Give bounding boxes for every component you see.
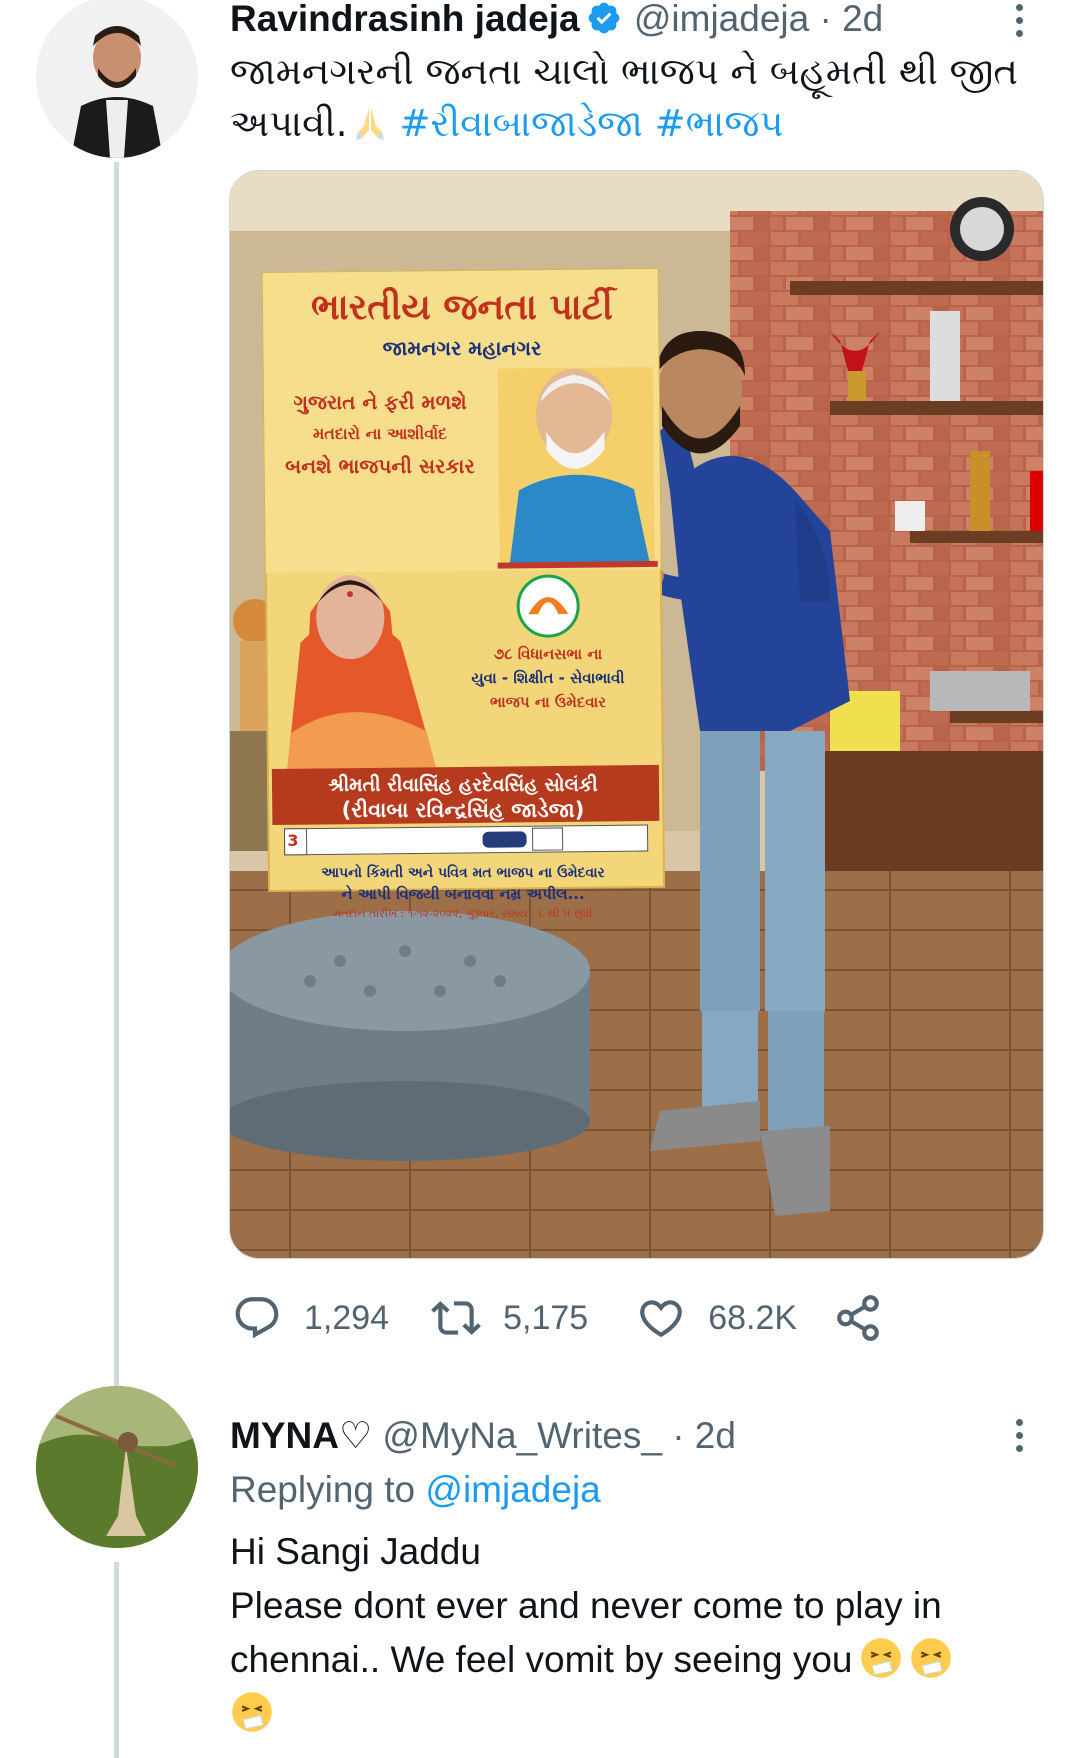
reply-action[interactable]: 1,294 xyxy=(232,1293,389,1343)
tweet-text: જામનગરની જનતા ચાલો ભાજપ ને બહૂમતી થી જીત… xyxy=(230,46,1030,150)
reply-header-separator: · xyxy=(672,1415,685,1456)
poster-candidate-name: શ્રીમતી રીવાસિંહ હરદેવસિંહ સોલંકી xyxy=(328,772,598,796)
tweet-main[interactable]: Ravindrasinh jadeja @imjadeja · 2d જામનગ… xyxy=(0,0,1080,1402)
poster-slogan-1: ગુજરાત ને ફરી મળશે xyxy=(293,390,466,415)
retweet-count: 5,175 xyxy=(503,1298,589,1337)
tweet-media-photo[interactable]: ભારતીય જનતા પાર્ટી જામનગર મહાનગર ગુજરાત … xyxy=(229,170,1044,1259)
sneezing-face-emoji xyxy=(232,1692,272,1732)
author-name[interactable]: Ravindrasinh jadeja xyxy=(230,0,580,39)
reply-count: 1,294 xyxy=(304,1298,390,1337)
poster-appeal-line-1: આપનો કિંમતી અને પવિત્ર મત ભાજપ ના ઉમેદવા… xyxy=(321,863,605,881)
tweet-action-bar: 1,294 5,175 68.2K xyxy=(232,1290,883,1346)
tweet-text-line-2-text: અપાવી. xyxy=(230,102,348,145)
reply-text-line-1: Hi Sangi Jaddu xyxy=(230,1531,481,1572)
reply-emoji-line xyxy=(230,1687,1050,1741)
sneezing-face-emoji xyxy=(860,1638,901,1678)
reply-text-line-3: chennai.. We feel vomit by seeing you xyxy=(230,1639,853,1680)
more-icon[interactable] xyxy=(1016,4,1028,37)
poster-appeal-line-2: ને આપી વિજયી બનાવવા નમ્ર અપીલ... xyxy=(341,884,584,903)
reply-text-line-3-wrap: chennai.. We feel vomit by seeing you xyxy=(230,1633,1050,1687)
header-separator: · xyxy=(819,0,832,39)
poster-poll-date: મતદાન તારીખ : ૧-૧૨-૨૦૨૨, ગુરૂવાર, સમય : … xyxy=(334,907,593,920)
share-icon xyxy=(837,1295,879,1341)
replying-to-handle[interactable]: @imjadeja xyxy=(425,1469,600,1510)
tweet-header: Ravindrasinh jadeja @imjadeja · 2d xyxy=(230,0,883,41)
reply-timestamp[interactable]: 2d xyxy=(695,1415,736,1456)
poster-slogan-3: બનશે ભાજપની સરકાર xyxy=(285,454,475,478)
sneezing-face-emoji xyxy=(910,1638,951,1678)
replying-to: Replying to @imjadeja xyxy=(230,1468,601,1512)
hashtags[interactable]: #રીવાબાજાડેજા #ભાજપ xyxy=(400,102,784,145)
retweet-icon xyxy=(431,1301,481,1335)
poster-ballot-number: 3 xyxy=(287,831,298,850)
share-action[interactable] xyxy=(833,1293,883,1343)
folded-hands-emoji xyxy=(355,108,384,140)
poster-candidate-alias: (રીવાબા રવિન્દ્રસિંહ જાડેજા) xyxy=(342,797,585,822)
replying-to-label: Replying to xyxy=(230,1469,416,1510)
tweet-timestamp[interactable]: 2d xyxy=(842,0,883,39)
author-handle[interactable]: @imjadeja xyxy=(634,0,809,39)
tweet-text-line-2: અપાવી. #રીવાબાજાડેજા #ભાજપ xyxy=(230,98,1030,150)
poster-seat-line-1: ૭૮ વિધાનસભા ના xyxy=(494,645,603,663)
retweet-action[interactable]: 5,175 xyxy=(431,1293,588,1343)
reply-text: Hi Sangi Jaddu Please dont ever and neve… xyxy=(230,1525,1050,1741)
reply-more-icon[interactable] xyxy=(1016,1419,1028,1452)
reply-icon xyxy=(235,1297,279,1339)
poster-seat-line-3: ભાજપ ના ઉમેદવાર xyxy=(490,692,606,711)
reply-author-name[interactable]: MYNA♡ xyxy=(230,1415,372,1456)
like-action[interactable]: 68.2K xyxy=(636,1293,797,1343)
like-count: 68.2K xyxy=(708,1298,798,1337)
like-icon xyxy=(640,1300,683,1338)
poster-title: ભારતીય જનતા પાર્ટી xyxy=(311,286,618,328)
verified-badge-icon xyxy=(588,2,619,34)
reply-thread-line xyxy=(114,1562,119,1758)
reply-text-line-2: Please dont ever and never come to play … xyxy=(230,1585,942,1626)
poster-slogan-2: મતદારો ના આશીર્વાદ xyxy=(313,423,447,443)
reply-author-avatar[interactable] xyxy=(36,1386,198,1548)
poster-subtitle: જામનગર મહાનગર xyxy=(383,336,542,360)
reply-author-handle[interactable]: @MyNa_Writes_ xyxy=(382,1415,662,1456)
tweet-text-line-1: જામનગરની જનતા ચાલો ભાજપ ને બહૂમતી થી જીત xyxy=(230,50,1018,93)
thread-connector-line xyxy=(114,162,119,1402)
poster-seat-line-2: યુવા - શિક્ષીત - સેવાભાવી xyxy=(471,668,624,687)
reply-header: MYNA♡ @MyNa_Writes_ · 2d xyxy=(230,1414,736,1458)
author-avatar[interactable] xyxy=(36,0,198,158)
